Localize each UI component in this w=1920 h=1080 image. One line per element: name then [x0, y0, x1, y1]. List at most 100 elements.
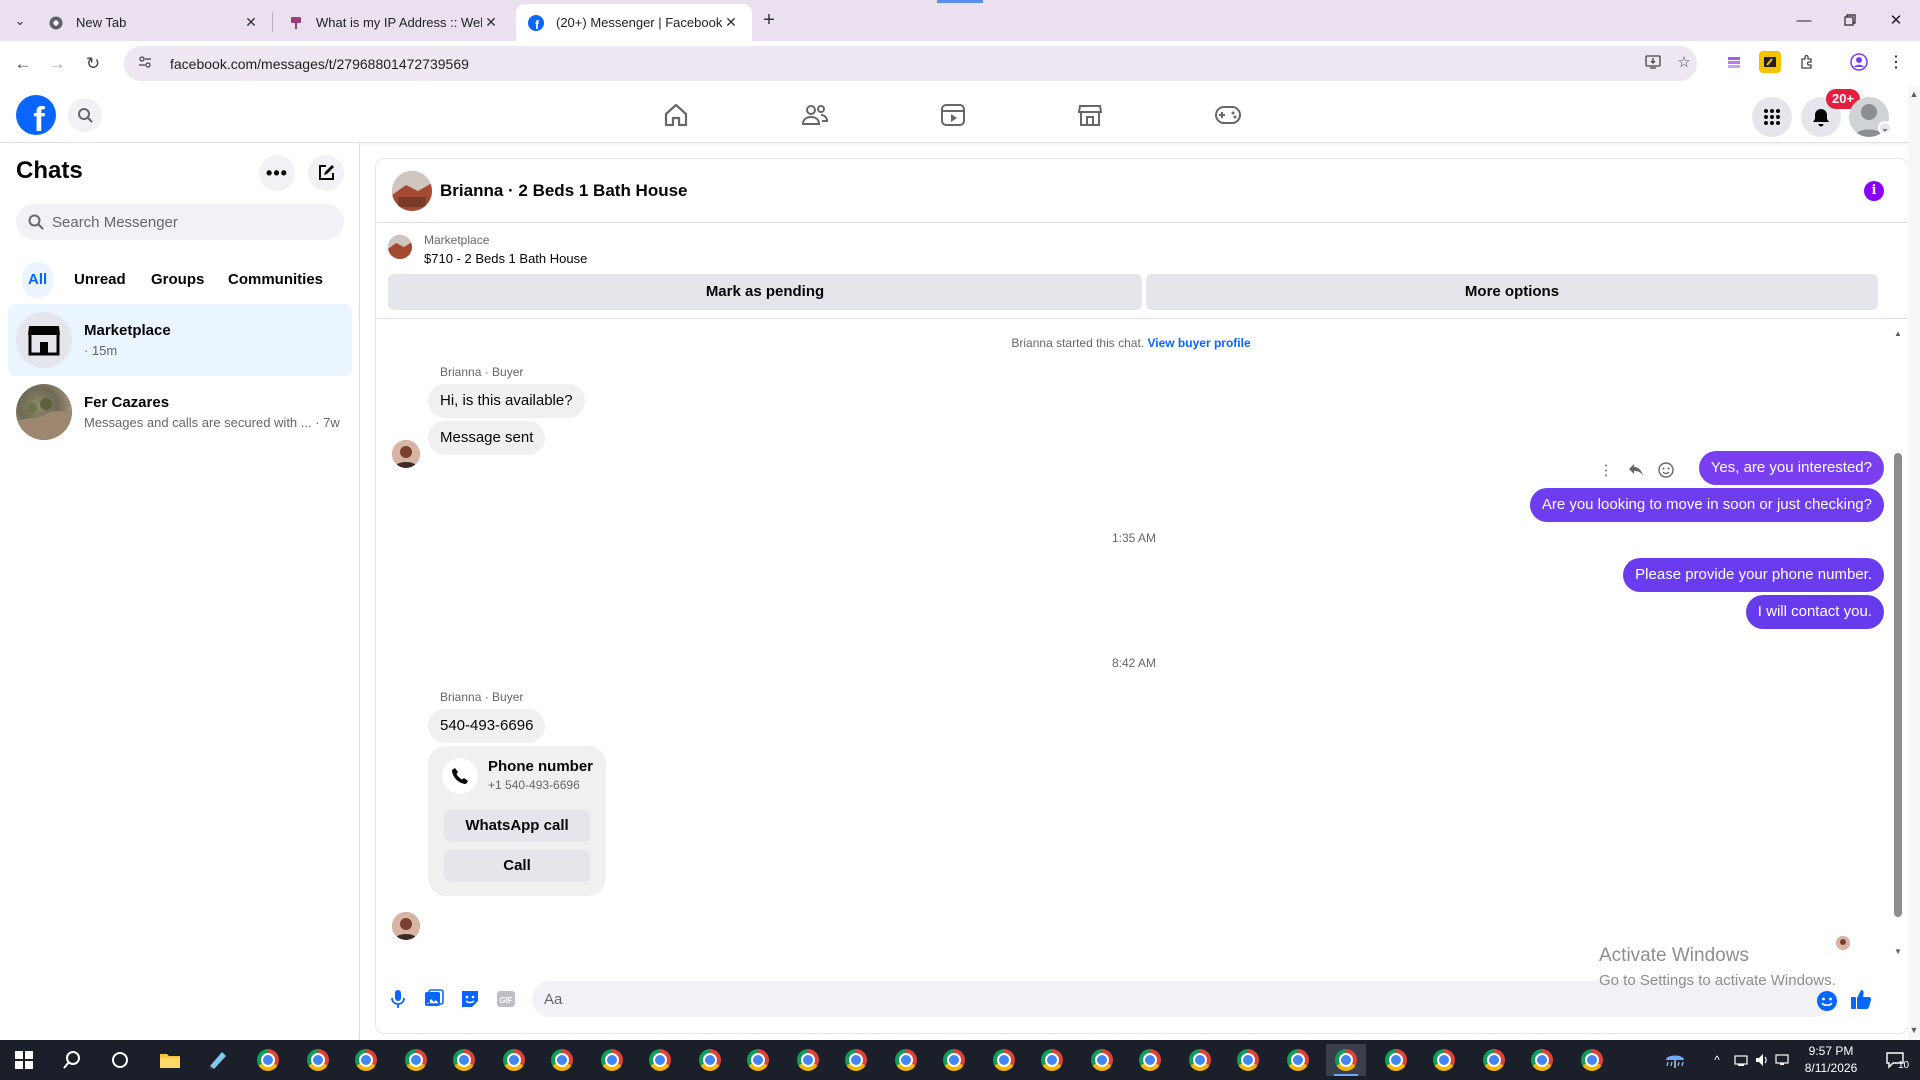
- search-input[interactable]: [52, 213, 322, 231]
- chat-item-fer-cazares[interactable]: Fer Cazares Messages and calls are secur…: [8, 376, 352, 448]
- scroll-thumb[interactable]: [1894, 453, 1902, 917]
- like-thumbs-up-icon[interactable]: [1849, 987, 1873, 1011]
- site-info-icon[interactable]: [138, 55, 156, 72]
- volume-icon[interactable]: [1752, 1040, 1772, 1080]
- view-buyer-profile-link[interactable]: View buyer profile: [1147, 336, 1250, 350]
- windows-start-icon[interactable]: [4, 1044, 44, 1076]
- chrome-taskbar-icon[interactable]: [1572, 1044, 1612, 1076]
- outgoing-message[interactable]: I will contact you.: [1745, 595, 1884, 629]
- chrome-taskbar-icon[interactable]: [592, 1044, 632, 1076]
- chrome-taskbar-icon[interactable]: [836, 1044, 876, 1076]
- extensions-puzzle-icon[interactable]: [1796, 51, 1818, 73]
- filter-communities[interactable]: Communities: [216, 262, 335, 298]
- conversation-avatar[interactable]: [392, 171, 432, 211]
- message-input[interactable]: [544, 990, 1764, 1008]
- chrome-taskbar-icon[interactable]: [396, 1044, 436, 1076]
- listing-title[interactable]: $710 - 2 Beds 1 Bath House: [424, 251, 587, 266]
- extension-icon[interactable]: [1723, 51, 1745, 73]
- notepad-icon[interactable]: [198, 1044, 238, 1076]
- call-button[interactable]: Call: [444, 850, 590, 882]
- close-window-icon[interactable]: ✕: [1873, 0, 1919, 40]
- messenger-search[interactable]: [16, 204, 344, 240]
- close-tab-icon[interactable]: ✕: [242, 14, 260, 31]
- whatsapp-call-button[interactable]: WhatsApp call: [444, 810, 590, 842]
- chrome-taskbar-icon[interactable]: [444, 1044, 484, 1076]
- incoming-message[interactable]: Hi, is this available?: [428, 384, 585, 418]
- scroll-down-arrow-icon[interactable]: ▼: [1894, 947, 1902, 956]
- more-options-button[interactable]: More options: [1146, 274, 1878, 310]
- close-tab-icon[interactable]: ✕: [482, 14, 500, 31]
- chrome-taskbar-icon[interactable]: [690, 1044, 730, 1076]
- page-scrollbar[interactable]: ▲ ▼: [1908, 87, 1920, 1040]
- restore-icon[interactable]: [1827, 0, 1873, 40]
- microphone-icon[interactable]: [386, 987, 410, 1011]
- chrome-taskbar-icon[interactable]: [934, 1044, 974, 1076]
- conversation-info-icon[interactable]: i: [1864, 181, 1884, 201]
- nav-marketplace[interactable]: [1075, 101, 1105, 129]
- gif-icon[interactable]: GIF: [494, 987, 518, 1011]
- chrome-taskbar-icon[interactable]: [984, 1044, 1024, 1076]
- tab-search-chevron-icon[interactable]: ⌄: [8, 10, 32, 32]
- react-emoji-icon[interactable]: [1656, 460, 1676, 480]
- profile-icon[interactable]: [1848, 51, 1870, 73]
- conversation-title[interactable]: Brianna · 2 Beds 1 Bath House: [440, 181, 688, 201]
- new-tab-plus-icon[interactable]: +: [757, 8, 781, 32]
- filter-all[interactable]: All: [22, 262, 54, 298]
- more-vertical-icon[interactable]: ⋮: [1596, 460, 1616, 480]
- chrome-taskbar-icon[interactable]: [346, 1044, 386, 1076]
- chat-item-marketplace[interactable]: Marketplace · 15m: [8, 304, 352, 376]
- filter-unread[interactable]: Unread: [62, 262, 138, 298]
- close-tab-icon[interactable]: ✕: [722, 14, 740, 31]
- extension-icon[interactable]: [1759, 51, 1781, 73]
- chrome-taskbar-icon[interactable]: [248, 1044, 288, 1076]
- scroll-up-arrow-icon[interactable]: ▲: [1894, 329, 1902, 338]
- chrome-taskbar-icon[interactable]: [494, 1044, 534, 1076]
- chrome-taskbar-icon[interactable]: [1376, 1044, 1416, 1076]
- show-hidden-icons-icon[interactable]: ^: [1706, 1040, 1728, 1080]
- nav-gaming[interactable]: [1213, 101, 1243, 129]
- tab-ip-address[interactable]: What is my IP Address :: WebBr ✕: [276, 4, 512, 41]
- incoming-message[interactable]: 540-493-6696: [428, 709, 546, 743]
- menu-grid-button[interactable]: [1752, 97, 1792, 137]
- meet-now-icon[interactable]: [1730, 1040, 1752, 1080]
- chrome-taskbar-icon[interactable]: [298, 1044, 338, 1076]
- chrome-taskbar-icon-active[interactable]: [1326, 1044, 1366, 1076]
- taskbar-clock[interactable]: 9:57 PM 8/11/2026: [1786, 1043, 1876, 1077]
- incoming-message[interactable]: Message sent: [428, 421, 546, 455]
- file-explorer-icon[interactable]: [150, 1044, 190, 1076]
- filter-groups[interactable]: Groups: [139, 262, 216, 298]
- chrome-taskbar-icon[interactable]: [1032, 1044, 1072, 1076]
- install-app-icon[interactable]: [1640, 49, 1666, 75]
- bookmark-star-icon[interactable]: ☆: [1671, 49, 1697, 75]
- outgoing-message[interactable]: Yes, are you interested?: [1698, 451, 1884, 485]
- minimize-icon[interactable]: —: [1781, 0, 1827, 40]
- notification-center-icon[interactable]: 10: [1880, 1040, 1910, 1080]
- facebook-logo[interactable]: f: [16, 95, 56, 135]
- outgoing-message[interactable]: Are you looking to move in soon or just …: [1529, 488, 1884, 522]
- address-bar[interactable]: facebook.com/messages/t/2796880147273956…: [124, 46, 1697, 81]
- forward-arrow-icon[interactable]: →: [44, 51, 70, 77]
- task-view-icon[interactable]: [100, 1044, 140, 1076]
- emoji-icon[interactable]: [1815, 989, 1839, 1013]
- nav-video[interactable]: [938, 101, 968, 129]
- account-chevron-icon[interactable]: ⌄: [1878, 121, 1892, 135]
- chrome-menu-icon[interactable]: ⋮: [1885, 51, 1907, 73]
- chrome-taskbar-icon[interactable]: [1180, 1044, 1220, 1076]
- taskbar-search-icon[interactable]: [52, 1044, 92, 1076]
- page-scroll-up-icon[interactable]: ▲: [1908, 89, 1920, 99]
- photo-attach-icon[interactable]: [422, 987, 446, 1011]
- page-scroll-down-icon[interactable]: ▼: [1908, 1025, 1920, 1035]
- reload-icon[interactable]: ↻: [80, 51, 106, 77]
- nav-friends[interactable]: [800, 101, 830, 129]
- chrome-taskbar-icon[interactable]: [1474, 1044, 1514, 1076]
- message-scrollbar[interactable]: ▲ ▼: [1894, 329, 1902, 959]
- outgoing-message[interactable]: Please provide your phone number.: [1623, 558, 1884, 592]
- tab-new-tab[interactable]: New Tab ✕: [36, 4, 272, 41]
- mark-as-pending-button[interactable]: Mark as pending: [388, 274, 1142, 310]
- chrome-taskbar-icon[interactable]: [1228, 1044, 1268, 1076]
- chrome-taskbar-icon[interactable]: [1522, 1044, 1562, 1076]
- nav-home[interactable]: [661, 101, 691, 129]
- chrome-taskbar-icon[interactable]: [1278, 1044, 1318, 1076]
- back-arrow-icon[interactable]: ←: [10, 51, 36, 77]
- reply-icon[interactable]: [1626, 460, 1646, 480]
